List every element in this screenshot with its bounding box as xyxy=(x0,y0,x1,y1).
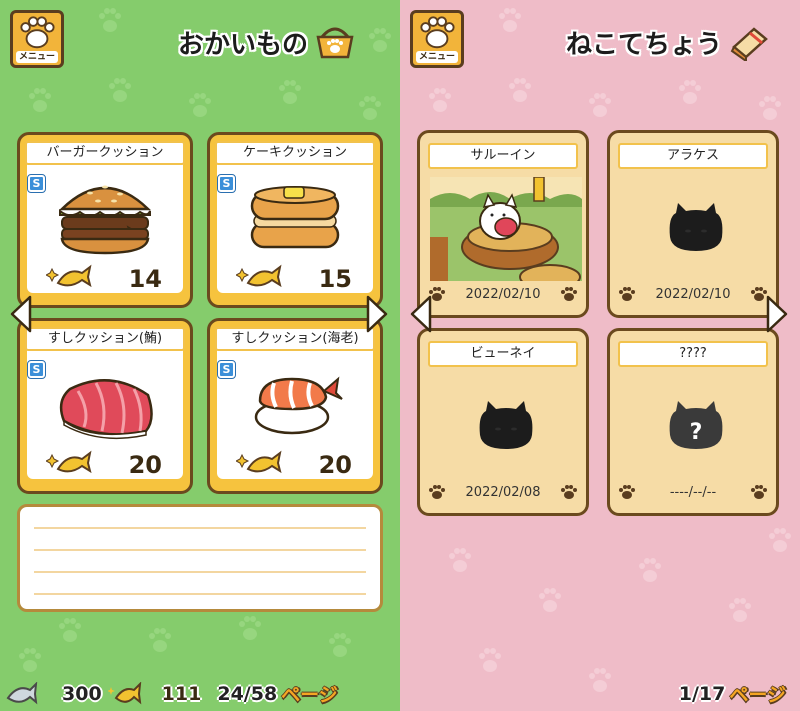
date-row: 2022/02/08 xyxy=(428,481,578,503)
discovery-date: 2022/02/10 xyxy=(465,286,541,302)
paw-icon xyxy=(619,485,635,499)
paw-icon xyxy=(561,485,577,499)
description-box xyxy=(17,504,383,612)
paw-icon xyxy=(750,485,767,499)
size-badge: S xyxy=(27,360,46,379)
page-word: ページ xyxy=(729,684,786,706)
menu-label: メニュー xyxy=(15,51,58,63)
cat-photo xyxy=(430,177,582,281)
notebook-icon xyxy=(730,27,768,61)
size-badge: S xyxy=(217,360,236,379)
date-row: 2022/02/10 xyxy=(428,283,578,305)
tuna-sushi-cushion-icon xyxy=(59,379,153,440)
next-page-arrow[interactable] xyxy=(766,295,788,333)
next-page-arrow[interactable] xyxy=(366,295,388,333)
size-badge: S xyxy=(217,174,236,193)
silver-fish-count: 300 xyxy=(62,682,102,705)
cat-name: ビューネイ xyxy=(428,341,578,367)
cat-card-salu-in[interactable]: サルーイン 2022/02/10 xyxy=(417,130,589,318)
page-indicator: 24/58 xyxy=(217,682,278,705)
cat-book-panel: メニュー ねこてちょう サルーイン 2022/02/10 アラケス 2022/0… xyxy=(400,0,800,711)
gold-fish-icon xyxy=(236,450,282,474)
silver-fish-icon xyxy=(6,681,38,704)
shrimp-sushi-cushion-icon xyxy=(254,376,343,435)
item-name: すしクッション(鮪) xyxy=(25,327,185,351)
prev-page-arrow[interactable] xyxy=(10,295,32,333)
unknown-cat-icon: ? xyxy=(669,401,723,449)
date-row: ----/--/-- xyxy=(618,481,768,503)
currency-bar: 300 111 24/58 ページ xyxy=(0,676,400,711)
page-indicator: 1/17 xyxy=(678,682,726,705)
gold-fish-icon xyxy=(107,681,141,704)
menu-button[interactable]: メニュー xyxy=(10,10,64,68)
paw-icon xyxy=(561,287,577,301)
menu-button[interactable]: メニュー xyxy=(410,10,464,68)
cat-card-unknown[interactable]: ???? ? ----/--/-- xyxy=(607,328,779,516)
item-card-tuna-sushi[interactable]: すしクッション(鮪) S 20 xyxy=(17,318,193,494)
shop-panel: メニュー おかいもの バーガークッション S 14 ケーキクッション S 15 … xyxy=(0,0,400,711)
item-price: 15 xyxy=(318,265,352,293)
shopping-basket-icon xyxy=(316,27,354,59)
page-bar: 1/17 ページ xyxy=(400,676,800,711)
cat-name: ???? xyxy=(618,341,768,367)
gold-fish-icon xyxy=(236,264,282,288)
gold-fish-icon xyxy=(46,450,92,474)
item-price: 14 xyxy=(128,265,162,293)
item-card-pancake[interactable]: ケーキクッション S 15 xyxy=(207,132,383,308)
paw-icon xyxy=(20,16,55,49)
cat-card-arakes[interactable]: アラケス 2022/02/10 xyxy=(607,130,779,318)
item-card-shrimp-sushi[interactable]: すしクッション(海老) S 20 xyxy=(207,318,383,494)
size-badge: S xyxy=(27,174,46,193)
page-title: おかいもの xyxy=(178,22,356,62)
cat-name: アラケス xyxy=(618,143,768,169)
title-text: おかいもの xyxy=(178,29,309,60)
gold-fish-count: 111 xyxy=(161,682,202,705)
discovery-date: 2022/02/10 xyxy=(655,286,731,302)
black-cat-silhouette-icon xyxy=(479,401,533,449)
item-name: すしクッション(海老) xyxy=(215,327,375,351)
paw-icon xyxy=(429,485,445,499)
paw-icon xyxy=(619,287,635,301)
item-name: ケーキクッション xyxy=(215,141,375,165)
paw-icon xyxy=(420,16,455,49)
svg-text:?: ? xyxy=(690,420,703,445)
cat-card-byunei[interactable]: ビューネイ 2022/02/08 xyxy=(417,328,589,516)
page-title: ねこてちょう xyxy=(566,22,770,62)
burger-cushion-icon xyxy=(58,185,152,255)
black-cat-silhouette-icon xyxy=(669,203,723,251)
cat-name: サルーイン xyxy=(428,143,578,169)
item-price: 20 xyxy=(318,451,352,479)
page-word: ページ xyxy=(281,684,338,706)
item-price: 20 xyxy=(128,451,162,479)
prev-page-arrow[interactable] xyxy=(410,295,432,333)
discovery-date: ----/--/-- xyxy=(669,484,717,500)
item-card-burger[interactable]: バーガークッション S 14 xyxy=(17,132,193,308)
menu-label: メニュー xyxy=(415,51,458,63)
pancake-cushion-icon xyxy=(250,186,340,249)
discovery-date: 2022/02/08 xyxy=(465,484,541,500)
date-row: 2022/02/10 xyxy=(618,283,768,305)
item-name: バーガークッション xyxy=(25,141,185,165)
title-text: ねこてちょう xyxy=(566,29,723,60)
gold-fish-icon xyxy=(46,264,92,288)
